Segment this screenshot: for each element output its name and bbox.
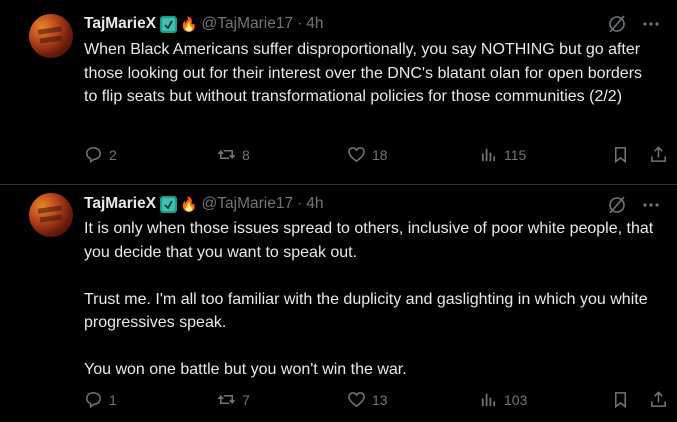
separator-dot: · xyxy=(297,15,303,32)
bookmark-icon xyxy=(614,392,627,409)
avatar[interactable] xyxy=(29,193,73,237)
reply-count: 2 xyxy=(109,146,117,163)
view-count: 115 xyxy=(504,146,527,163)
action-bar: 2 8 18 115 xyxy=(84,145,669,165)
reply-icon xyxy=(86,392,101,409)
tweet-header: TajMarieX 🔥 @TajMarie17 · 4h xyxy=(84,194,323,214)
like-button[interactable]: 18 xyxy=(347,145,388,164)
repost-button[interactable]: 7 xyxy=(217,390,250,409)
like-icon xyxy=(348,147,365,163)
repost-count: 8 xyxy=(242,146,250,163)
author-name[interactable]: TajMarieX xyxy=(84,195,156,213)
flame-icon: 🔥 xyxy=(180,196,198,212)
avatar[interactable] xyxy=(29,14,73,58)
share-icon xyxy=(651,391,666,407)
more-icon[interactable] xyxy=(641,14,661,34)
top-right-icons xyxy=(607,195,661,215)
views-icon xyxy=(481,148,496,162)
repost-count: 7 xyxy=(242,391,250,408)
separator-dot: · xyxy=(297,195,303,212)
reply-button[interactable]: 2 xyxy=(84,145,117,164)
reply-icon xyxy=(86,147,101,164)
tweet-paragraph: It is only when those issues spread to o… xyxy=(84,220,654,261)
repost-icon xyxy=(217,149,236,160)
tweet[interactable]: TajMarieX 🔥 @TajMarie17 · 4h When Black … xyxy=(0,0,677,184)
share-button[interactable] xyxy=(649,145,668,164)
share-icon xyxy=(651,146,666,162)
author-name[interactable]: TajMarieX xyxy=(84,15,156,33)
author-handle[interactable]: @TajMarie17 xyxy=(202,15,294,33)
views-button[interactable]: 115 xyxy=(479,145,526,164)
tweet[interactable]: TajMarieX 🔥 @TajMarie17 · 4h It is only … xyxy=(0,185,677,422)
views-button[interactable]: 103 xyxy=(479,390,527,409)
like-button[interactable]: 13 xyxy=(347,390,388,409)
grok-icon[interactable] xyxy=(607,195,627,215)
more-icon[interactable] xyxy=(641,195,661,215)
like-count: 18 xyxy=(372,146,388,163)
tweet-header: TajMarieX 🔥 @TajMarie17 · 4h xyxy=(84,14,323,34)
share-button[interactable] xyxy=(649,390,668,409)
bookmark-button[interactable] xyxy=(611,145,630,164)
tweet-text: When Black Americans suffer disproportio… xyxy=(84,38,659,109)
repost-icon xyxy=(217,394,236,405)
flame-icon: 🔥 xyxy=(180,16,198,32)
verified-badge-icon xyxy=(160,15,178,33)
tweet-paragraph: When Black Americans suffer disproportio… xyxy=(84,41,643,105)
tweet-text: It is only when those issues spread to o… xyxy=(84,217,659,382)
tweet-paragraph: You won one battle but you won't win the… xyxy=(84,361,407,378)
verified-badge-icon xyxy=(160,195,178,213)
grok-icon[interactable] xyxy=(607,14,627,34)
bookmark-button[interactable] xyxy=(611,390,630,409)
like-icon xyxy=(348,392,365,408)
bookmark-icon xyxy=(614,147,627,164)
repost-button[interactable]: 8 xyxy=(217,145,250,164)
author-handle[interactable]: @TajMarie17 xyxy=(202,195,294,213)
reply-count: 1 xyxy=(109,391,117,408)
like-count: 13 xyxy=(372,391,388,408)
action-bar: 1 7 13 103 xyxy=(84,390,669,410)
views-icon xyxy=(481,393,496,407)
timestamp[interactable]: 4h xyxy=(306,15,323,33)
view-count: 103 xyxy=(504,391,528,408)
timestamp[interactable]: 4h xyxy=(306,195,323,213)
reply-button[interactable]: 1 xyxy=(84,390,117,409)
top-right-icons xyxy=(607,14,661,34)
tweet-paragraph: Trust me. I'm all too familiar with the … xyxy=(84,290,648,332)
